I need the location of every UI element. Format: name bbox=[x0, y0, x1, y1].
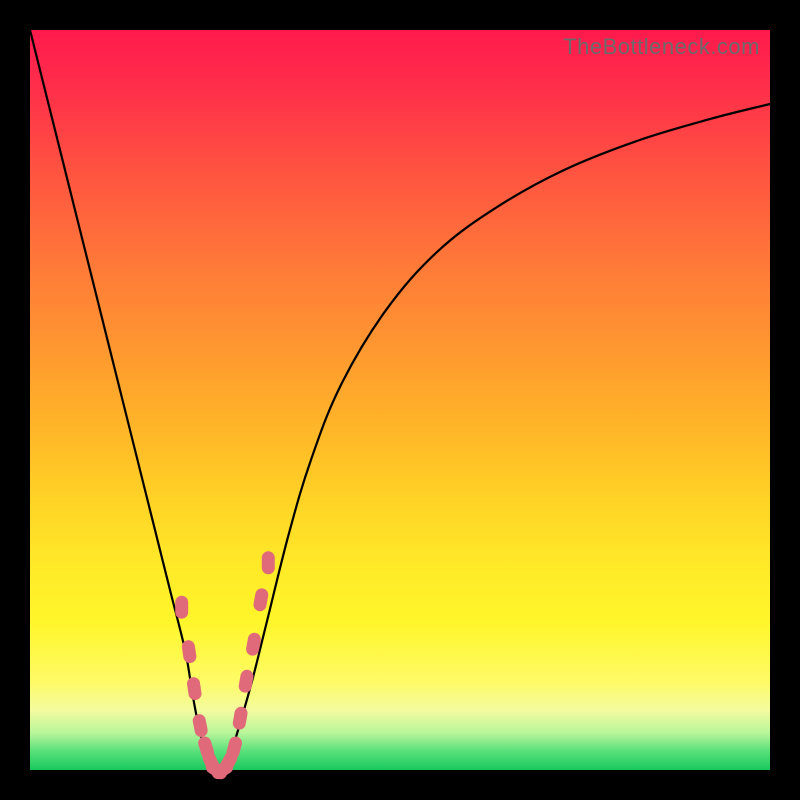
chart-svg bbox=[30, 30, 770, 770]
bottleneck-curve bbox=[30, 30, 770, 772]
outer-frame: TheBottleneck.com bbox=[0, 0, 800, 800]
curve-marker bbox=[176, 596, 188, 618]
curve-marker bbox=[181, 640, 196, 664]
curve-marker bbox=[192, 714, 208, 738]
curve-marker bbox=[262, 552, 274, 574]
curve-marker bbox=[187, 677, 202, 701]
curve-marker bbox=[238, 669, 254, 693]
curve-marker bbox=[226, 736, 243, 760]
curve-marker bbox=[253, 588, 269, 612]
plot-area: TheBottleneck.com bbox=[30, 30, 770, 770]
marker-group bbox=[176, 552, 275, 781]
curve-marker bbox=[232, 706, 248, 730]
